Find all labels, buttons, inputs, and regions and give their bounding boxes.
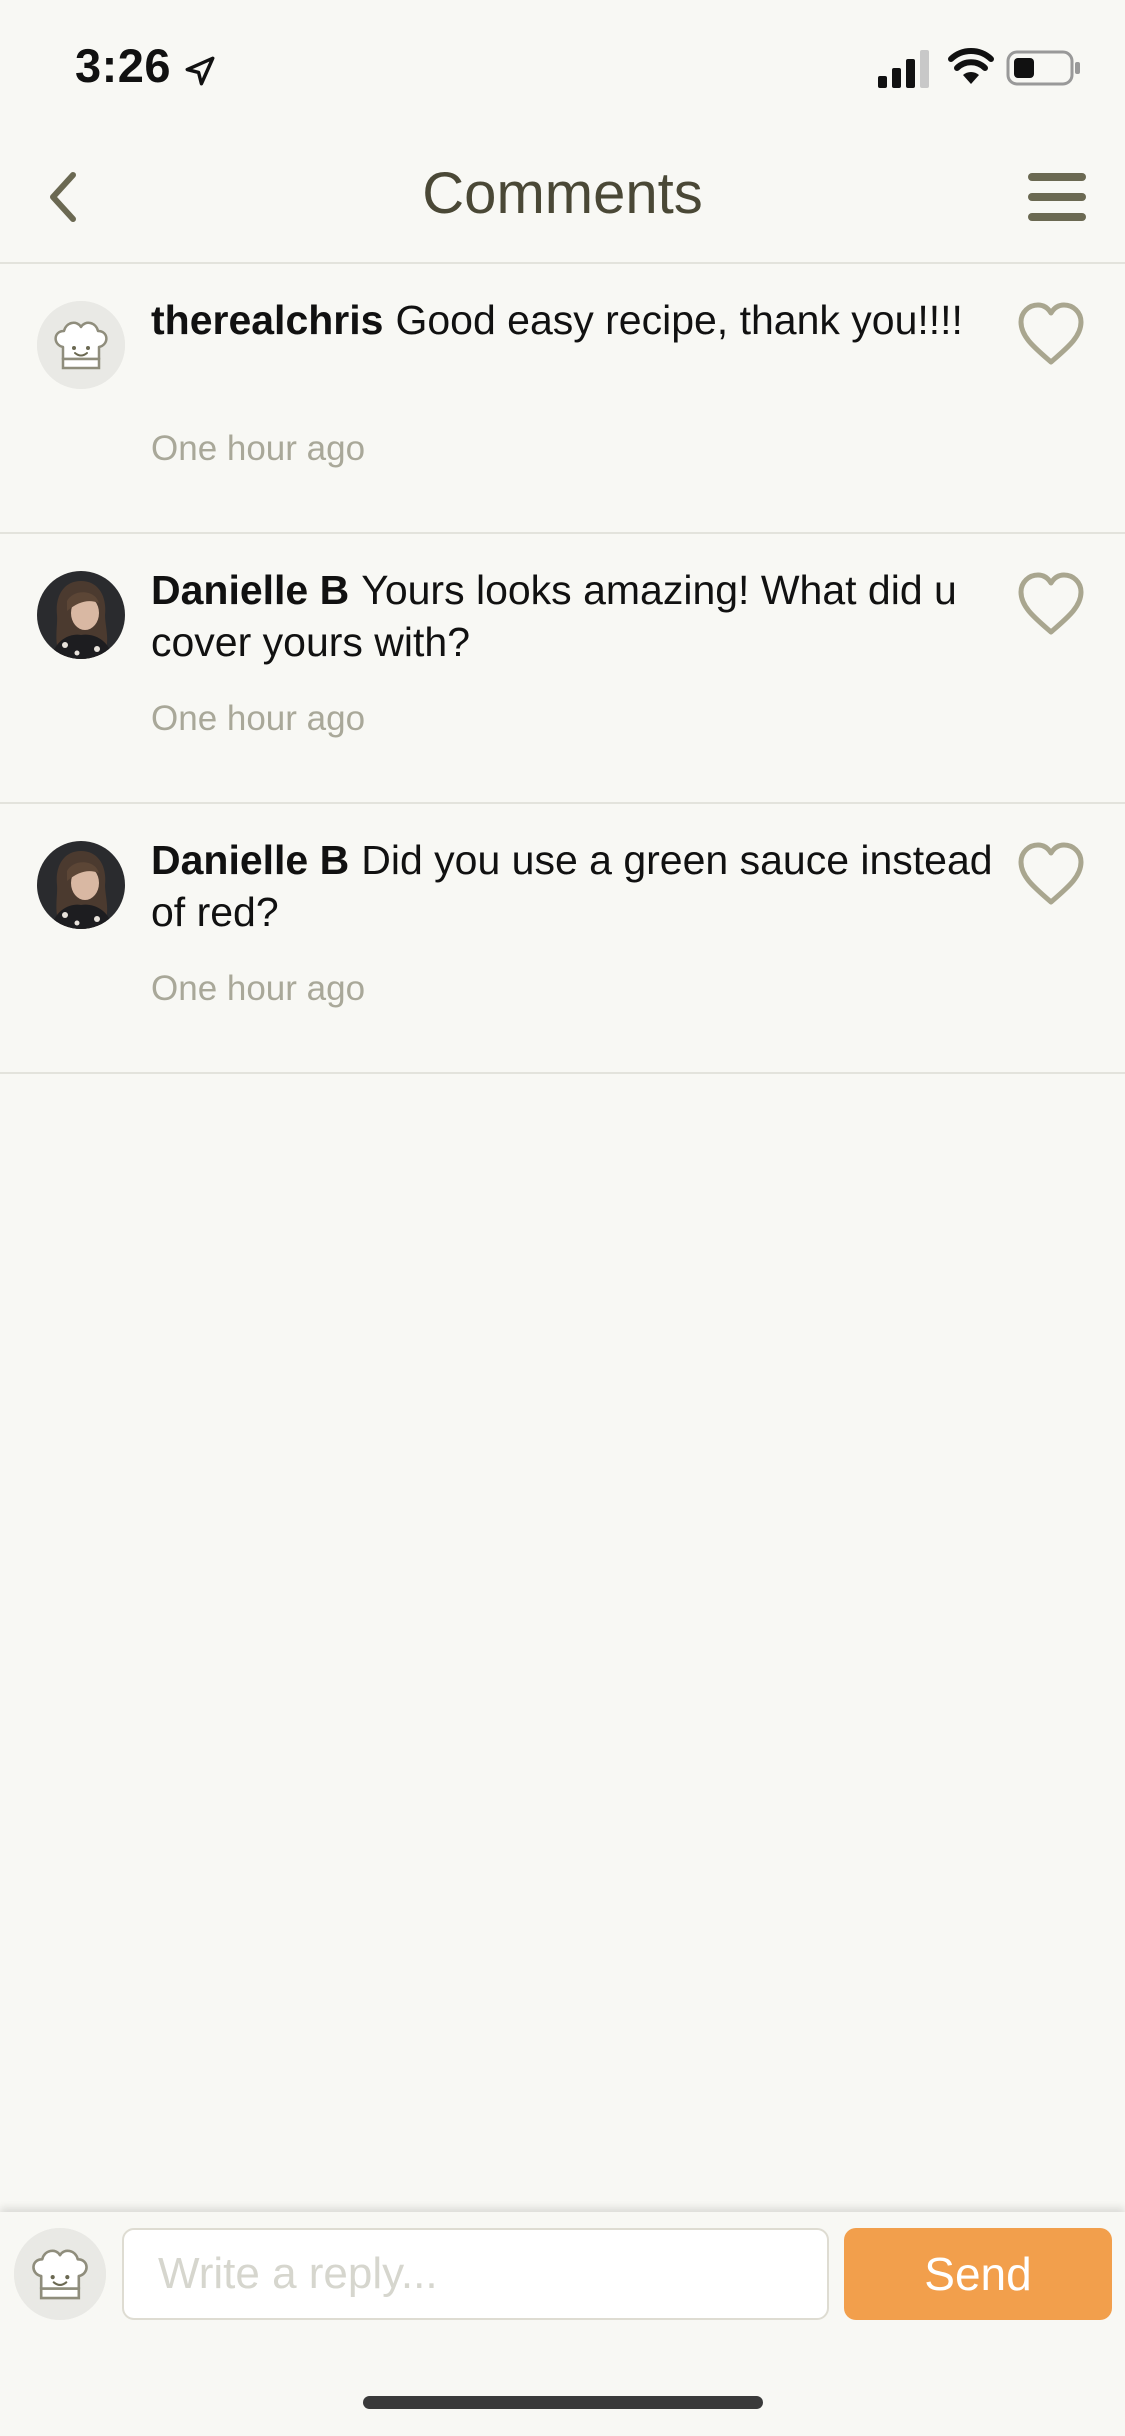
comment-item: Danielle B Yours looks amazing! What did … (0, 534, 1125, 804)
chef-hat-icon (37, 301, 125, 389)
avatar[interactable] (37, 571, 125, 659)
status-time: 3:26 (75, 39, 172, 92)
comment-author[interactable]: therealchris (151, 297, 383, 343)
page-title: Comments (422, 161, 703, 226)
send-button[interactable]: Send (844, 2228, 1112, 2320)
avatar[interactable] (37, 301, 125, 389)
comment-body: Danielle B Did you use a green sauce inst… (151, 834, 996, 938)
home-indicator (363, 2396, 763, 2409)
comment-timestamp: One hour ago (151, 699, 366, 738)
wifi-icon (948, 48, 994, 84)
comment-timestamp: One hour ago (151, 969, 366, 1008)
status-bar: 3:26 (0, 0, 1125, 132)
reply-input[interactable] (122, 2228, 829, 2320)
avatar[interactable] (37, 841, 125, 929)
comment-author[interactable]: Danielle B (151, 837, 349, 883)
location-arrow-icon (185, 56, 215, 86)
comment-timestamp: One hour ago (151, 429, 366, 468)
chef-hat-icon (14, 2228, 106, 2320)
comment-item: therealchris Good easy recipe, thank you!… (0, 264, 1125, 534)
nav-bar: Comments (0, 132, 1125, 264)
menu-button[interactable] (1017, 162, 1097, 232)
heart-icon[interactable] (1015, 300, 1087, 368)
comments-list: therealchris Good easy recipe, thank you!… (0, 264, 1125, 1074)
comment-body: Danielle B Yours looks amazing! What did … (151, 564, 996, 668)
cellular-signal-icon (878, 50, 929, 88)
battery-icon (1006, 50, 1080, 86)
comment-text: Good easy recipe, thank you!!!! (395, 297, 963, 343)
comment-body: therealchris Good easy recipe, thank you!… (151, 294, 996, 346)
comment-author[interactable]: Danielle B (151, 567, 349, 613)
comment-item: Danielle B Did you use a green sauce inst… (0, 804, 1125, 1074)
heart-icon[interactable] (1015, 570, 1087, 638)
user-photo-icon (37, 571, 125, 659)
reply-bar: Send (0, 2212, 1125, 2436)
my-avatar (14, 2228, 106, 2320)
user-photo-icon (37, 841, 125, 929)
hamburger-menu-icon (1028, 173, 1086, 221)
heart-icon[interactable] (1015, 840, 1087, 908)
